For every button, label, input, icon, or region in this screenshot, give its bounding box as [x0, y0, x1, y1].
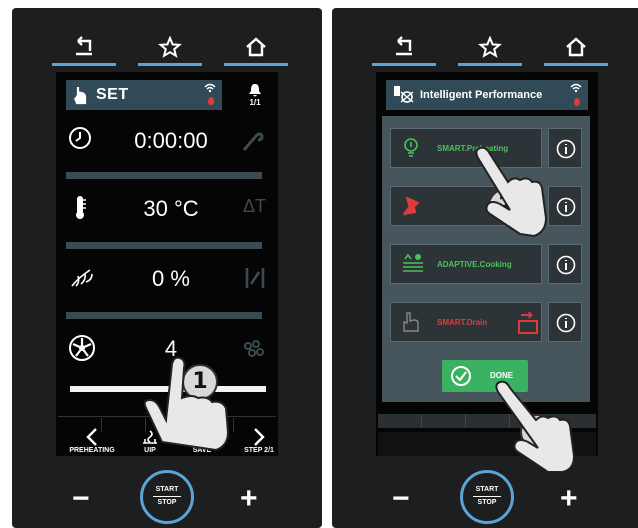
back-button[interactable]	[50, 34, 118, 68]
start-stop-button[interactable]: START STOP	[460, 470, 514, 524]
back-button-right[interactable]	[370, 34, 438, 68]
delta-t-label: ΔT	[242, 196, 266, 216]
pointing-hand-icon	[495, 380, 576, 473]
info-button-4[interactable]	[548, 302, 582, 342]
wifi-icon	[204, 83, 216, 93]
humidity-bar[interactable]	[66, 312, 262, 319]
timer-row[interactable]: 0:00:00	[66, 120, 266, 160]
home-button-right[interactable]	[542, 34, 610, 68]
info-icon	[556, 313, 576, 333]
chevron-right-icon	[254, 428, 265, 446]
top-navigation	[50, 34, 290, 68]
probe-red-icon	[402, 196, 420, 216]
hand-press-icon	[403, 312, 419, 332]
smart-drain-card[interactable]: SMART.Drain	[390, 302, 542, 342]
adaptive-cooking-label: ADAPTIVE.Cooking	[437, 260, 512, 269]
info-icon	[556, 255, 576, 275]
back-icon	[396, 36, 412, 56]
minus-button[interactable]: −	[72, 482, 90, 516]
star-icon	[158, 36, 182, 58]
plus-button[interactable]: +	[240, 482, 258, 516]
pointing-hand-icon	[475, 146, 548, 238]
start-label: START	[475, 486, 499, 493]
start-label: START	[155, 486, 179, 493]
info-icon	[556, 197, 576, 217]
info-button-3[interactable]	[548, 244, 582, 284]
steam-icon	[71, 269, 93, 287]
adaptive-cooking-card[interactable]: ADAPTIVE.Cooking	[390, 244, 542, 284]
set-header: SET	[66, 80, 222, 110]
stop-label: STOP	[477, 499, 497, 506]
left-device-panel: SET 1/1 0:00:00 30 °C ΔT 0 % 4 PREHEATIN…	[12, 8, 322, 528]
control-bar-right: − START STOP +	[372, 466, 602, 526]
intelligent-performance-title: Intelligent Performance	[420, 89, 543, 101]
adaptive-icon	[403, 253, 423, 272]
probe-icon	[242, 132, 264, 151]
fan-icon	[69, 335, 95, 361]
control-bar: − START STOP +	[52, 466, 282, 526]
favorites-button-right[interactable]	[456, 34, 524, 68]
info-button-2[interactable]	[548, 186, 582, 226]
clock-icon	[69, 127, 91, 149]
home-icon	[246, 37, 266, 57]
intelligent-performance-icon	[394, 86, 414, 103]
step-button[interactable]: STEP 2/1	[236, 428, 282, 454]
mini-tab-drain[interactable]	[422, 414, 466, 428]
right-device-panel: Intelligent Performance SMART.Preheating	[332, 8, 638, 528]
vent-icon	[245, 268, 265, 288]
chevron-left-icon	[86, 428, 97, 446]
info-button-1[interactable]	[548, 128, 582, 168]
bell-button[interactable]: 1/1	[240, 80, 270, 110]
star-icon	[478, 36, 502, 58]
water-drop-icon	[208, 97, 214, 105]
preheating-button[interactable]: PREHEATING	[62, 428, 122, 454]
temperature-row[interactable]: 30 °C ΔT	[66, 188, 266, 228]
humidity-row[interactable]: 0 %	[66, 258, 266, 298]
home-icon	[566, 37, 586, 57]
humidity-value: 0 %	[152, 266, 190, 291]
thermometer-icon	[76, 196, 86, 219]
check-circle-icon	[451, 366, 471, 386]
set-title: SET	[96, 86, 129, 103]
cleaning-icon	[244, 340, 264, 357]
temperature-value: 30 °C	[143, 196, 199, 221]
page-indicator: 1/1	[249, 98, 261, 107]
wifi-icon	[570, 83, 582, 93]
minus-button[interactable]: −	[392, 482, 410, 516]
start-stop-button[interactable]: START STOP	[140, 470, 194, 524]
favorites-button[interactable]	[136, 34, 204, 68]
water-drop-icon	[574, 98, 580, 106]
home-button[interactable]	[222, 34, 290, 68]
preheating-label: PREHEATING	[69, 447, 115, 454]
stop-label: STOP	[157, 499, 177, 506]
hand-icon	[73, 87, 87, 105]
step-label: STEP 2/1	[244, 447, 274, 454]
timer-value: 0:00:00	[134, 128, 208, 153]
back-icon	[76, 36, 92, 56]
bulb-icon	[404, 138, 418, 157]
info-icon	[556, 139, 576, 159]
top-navigation-right	[370, 34, 610, 68]
mini-tab-preheat[interactable]	[378, 414, 422, 428]
plus-button[interactable]: +	[560, 482, 578, 516]
temperature-bar[interactable]	[66, 242, 262, 249]
timer-bar[interactable]	[66, 172, 262, 179]
smart-drain-label: SMART.Drain	[437, 318, 488, 327]
intelligent-performance-header: Intelligent Performance	[386, 80, 588, 110]
pointing-hand-icon	[143, 356, 230, 452]
bell-icon	[249, 84, 261, 97]
drain-icon	[518, 311, 538, 334]
